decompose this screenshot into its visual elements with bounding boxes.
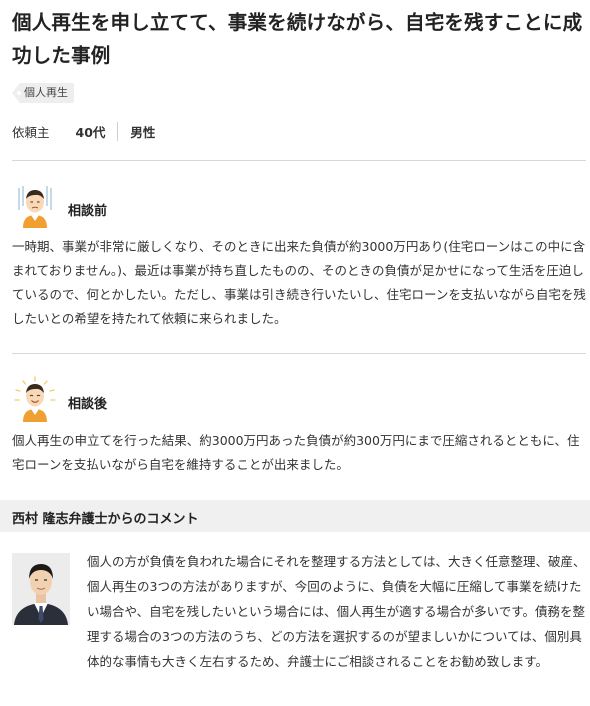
category-tag-label: 個人再生 <box>17 83 74 103</box>
divider <box>12 160 586 161</box>
worried-person-icon <box>15 184 55 228</box>
comment-text: 個人の方が負債を負われた場合にそれを整理する方法としては、大きく任意整理、破産、… <box>87 554 586 669</box>
comment-heading: 西村 隆志弁護士からのコメント <box>12 512 199 527</box>
after-heading: 相談後 <box>68 397 108 412</box>
divider <box>12 353 586 354</box>
comment-header: 西村 隆志弁護士からのコメント <box>0 500 590 532</box>
client-label: 依頼主 <box>12 124 50 140</box>
client-age: 40代 <box>76 121 119 141</box>
before-text: 一時期、事業が非常に厳しくなり、そのときに出来た負債が約3000万円あり(住宅ロ… <box>12 239 586 326</box>
client-info: 依頼主 40代 男性 <box>12 120 155 142</box>
page-title: 個人再生を申し立てて、事業を続けながら、自宅を残すことに成功した事例 <box>12 11 583 67</box>
client-gender: 男性 <box>130 124 156 140</box>
happy-person-icon <box>13 376 56 422</box>
after-text: 個人再生の申立てを行った結果、約3000万円あった負債が約300万円にまで圧縮さ… <box>12 433 580 472</box>
before-heading: 相談前 <box>68 204 108 219</box>
lawyer-photo <box>12 553 70 625</box>
category-tag[interactable]: 個人再生 <box>12 83 74 103</box>
